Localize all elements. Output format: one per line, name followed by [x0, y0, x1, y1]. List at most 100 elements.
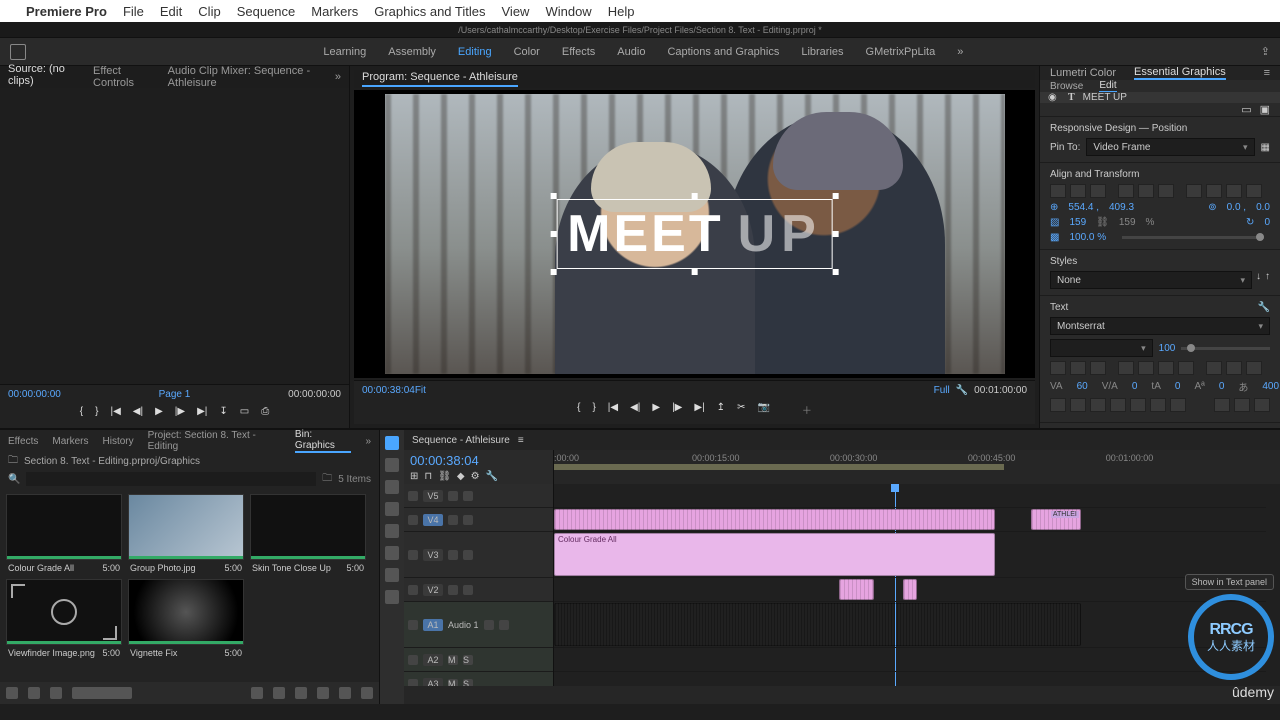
dist-c1-icon[interactable]	[1226, 184, 1242, 198]
panel-overflow-icon[interactable]: »	[365, 436, 371, 447]
bin-item[interactable]: Group Photo.jpg5:00	[128, 494, 244, 573]
smallcaps-icon[interactable]	[1110, 398, 1126, 412]
tab-lumetri[interactable]: Lumetri Color	[1050, 67, 1116, 79]
ws-captions[interactable]: Captions and Graphics	[667, 46, 779, 58]
ws-assembly[interactable]: Assembly	[388, 46, 436, 58]
baseline[interactable]: 0	[1219, 381, 1225, 392]
font-select[interactable]: Montserrat	[1050, 317, 1270, 335]
align-left-icon[interactable]	[1050, 184, 1066, 198]
tab-history[interactable]: History	[103, 436, 134, 447]
go-in-icon[interactable]: |◀	[110, 406, 120, 417]
text-justify4-icon[interactable]	[1178, 361, 1194, 375]
track-v5[interactable]: V5	[404, 484, 553, 508]
eg-browse[interactable]: Browse	[1050, 81, 1083, 92]
subscript-icon[interactable]	[1150, 398, 1166, 412]
step-back-icon[interactable]: ◀|	[133, 406, 143, 417]
tracking[interactable]: 60	[1077, 381, 1088, 392]
tab-markers[interactable]: Markers	[52, 436, 88, 447]
bin-item[interactable]: Viewfinder Image.png5:00	[6, 579, 122, 658]
group-icon[interactable]: ▣	[1260, 103, 1270, 116]
faux-bold-icon[interactable]	[1050, 398, 1066, 412]
track-a3[interactable]: A3MS	[404, 672, 553, 686]
track-a2[interactable]: A2MS	[404, 648, 553, 672]
zoom-slider[interactable]	[72, 687, 132, 699]
program-full[interactable]: Full	[934, 385, 950, 396]
hand-tool-icon[interactable]	[385, 568, 399, 582]
app-name[interactable]: Premiere Pro	[26, 4, 107, 19]
pen-tool-icon[interactable]	[385, 546, 399, 560]
overwrite-icon[interactable]: ▭	[240, 406, 249, 417]
track-select-tool-icon[interactable]	[385, 458, 399, 472]
menu-markers[interactable]: Markers	[311, 4, 358, 19]
tab-source[interactable]: Source: (no clips)	[8, 63, 73, 91]
mark-out-icon[interactable]: }	[95, 406, 98, 417]
rot-val[interactable]: 0	[1264, 217, 1270, 228]
bin-item[interactable]: Colour Grade All5:00	[6, 494, 122, 573]
source-monitor[interactable]	[0, 88, 349, 384]
clear-icon[interactable]: 🗀	[322, 471, 332, 488]
in-out-range[interactable]	[554, 464, 1004, 470]
nest-icon[interactable]: ⊞	[410, 471, 418, 482]
pos-y[interactable]: 409.3	[1109, 202, 1134, 213]
ws-learning[interactable]: Learning	[323, 46, 366, 58]
selection-tool-icon[interactable]	[385, 436, 399, 450]
dist-h-icon[interactable]	[1186, 184, 1202, 198]
sync-style-icon[interactable]: ↑	[1265, 271, 1270, 289]
go-in-icon[interactable]: |◀	[608, 402, 618, 417]
mark-out-icon[interactable]: }	[592, 402, 595, 417]
track-v3[interactable]: V3	[404, 532, 553, 578]
source-page[interactable]: Page 1	[159, 389, 191, 400]
toggle-icon[interactable]	[448, 491, 458, 501]
text-align-right-icon[interactable]	[1090, 361, 1106, 375]
rtl-icon[interactable]	[1234, 398, 1250, 412]
ws-audio[interactable]: Audio	[617, 46, 645, 58]
panel-overflow-icon[interactable]: »	[335, 71, 341, 83]
dist-v-icon[interactable]	[1206, 184, 1222, 198]
ws-libraries[interactable]: Libraries	[801, 46, 843, 58]
icon-view-icon[interactable]	[28, 687, 40, 699]
sort-icon[interactable]	[251, 687, 263, 699]
dist-c2-icon[interactable]	[1246, 184, 1262, 198]
export-icon[interactable]: ⇪	[1261, 45, 1270, 58]
anc-x[interactable]: 0.0 ,	[1227, 202, 1246, 213]
transform-handles[interactable]	[553, 196, 836, 272]
eye-icon[interactable]	[463, 491, 473, 501]
tab-program[interactable]: Program: Sequence - Athleisure	[362, 71, 518, 87]
razor-tool-icon[interactable]	[385, 502, 399, 516]
find-icon[interactable]	[295, 687, 307, 699]
insert-icon[interactable]: ↧	[219, 406, 227, 417]
add-button-icon[interactable]: ＋	[802, 402, 812, 417]
tab-sequence[interactable]: Sequence - Athleisure	[412, 435, 510, 446]
tsume[interactable]: 400	[1262, 381, 1279, 392]
menu-file[interactable]: File	[123, 4, 144, 19]
menu-view[interactable]: View	[502, 4, 530, 19]
marker-icon[interactable]: ◆	[457, 471, 465, 482]
menu-help[interactable]: Help	[608, 4, 635, 19]
text-align-center-icon[interactable]	[1070, 361, 1086, 375]
new-layer-icon[interactable]: ▭	[1241, 103, 1251, 116]
allcaps-icon[interactable]	[1090, 398, 1106, 412]
tab-audio-mixer[interactable]: Audio Clip Mixer: Sequence - Athleisure	[168, 65, 315, 89]
mark-in-icon[interactable]: {	[577, 402, 580, 417]
wrench-icon[interactable]: 🔧	[1258, 302, 1270, 317]
bin-item[interactable]: Skin Tone Close Up5:00	[250, 494, 366, 573]
clip-a1[interactable]	[554, 603, 1081, 646]
menu-sequence[interactable]: Sequence	[237, 4, 296, 19]
solo-icon[interactable]	[499, 620, 509, 630]
styles-select[interactable]: None	[1050, 271, 1252, 289]
align-top-icon[interactable]	[1118, 184, 1134, 198]
align-right-icon[interactable]	[1090, 184, 1106, 198]
text-align-left-icon[interactable]	[1050, 361, 1066, 375]
ws-effects[interactable]: Effects	[562, 46, 595, 58]
clip-v2b[interactable]	[903, 579, 917, 600]
ws-gmetrix[interactable]: GMetrixPpLita	[866, 46, 936, 58]
search-input[interactable]	[26, 472, 316, 486]
clip-v2a[interactable]	[839, 579, 875, 600]
export-frame-icon[interactable]: ⎙	[261, 406, 269, 417]
go-out-icon[interactable]: ▶|	[694, 402, 704, 417]
scale-val[interactable]: 159	[1069, 217, 1086, 228]
faux-italic-icon[interactable]	[1070, 398, 1086, 412]
lock-icon[interactable]	[408, 491, 418, 501]
step-fwd-icon[interactable]: |▶	[175, 406, 185, 417]
new-item-icon[interactable]	[339, 687, 351, 699]
